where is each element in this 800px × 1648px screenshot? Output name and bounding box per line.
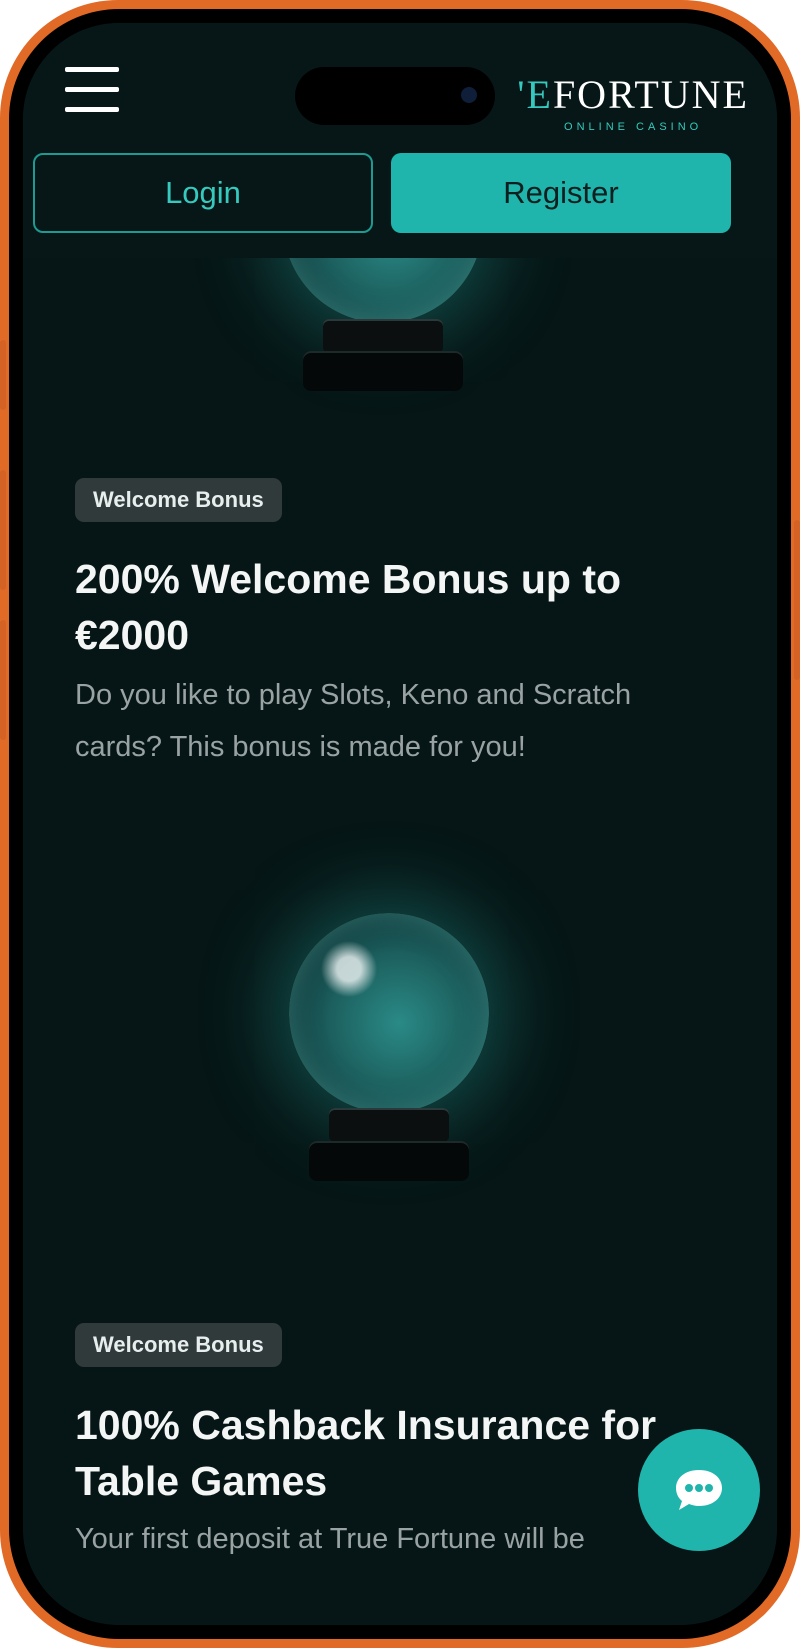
phone-bezel: 'EFORTUNE ONLINE CASINO Login Register W… bbox=[9, 9, 791, 1639]
promo-badge: Welcome Bonus bbox=[75, 1323, 282, 1367]
logo-prefix: 'E bbox=[517, 72, 553, 117]
promo-description: Do you like to play Slots, Keno and Scra… bbox=[75, 679, 632, 763]
promo-badge: Welcome Bonus bbox=[75, 478, 282, 522]
promo-description: Your first deposit at True Fortune will … bbox=[75, 1523, 585, 1555]
promo-title: 100% Cashback Insurance for Table Games bbox=[75, 1402, 657, 1504]
side-button bbox=[794, 520, 800, 680]
hamburger-menu-icon[interactable] bbox=[65, 67, 119, 113]
side-button bbox=[0, 470, 6, 590]
side-button bbox=[0, 620, 6, 740]
login-button[interactable]: Login bbox=[33, 153, 373, 233]
promo-title: 200% Welcome Bonus up to €2000 bbox=[75, 556, 622, 658]
casino-logo[interactable]: 'EFORTUNE ONLINE CASINO bbox=[517, 72, 749, 134]
orb-stand bbox=[329, 1108, 449, 1142]
orb-stand-base bbox=[303, 351, 463, 391]
site-header: 'EFORTUNE ONLINE CASINO Login Register bbox=[23, 23, 777, 258]
camera-icon bbox=[461, 87, 477, 103]
chat-button[interactable] bbox=[638, 1429, 760, 1551]
orb-stand bbox=[323, 319, 443, 353]
logo-subtitle: ONLINE CASINO bbox=[564, 121, 703, 133]
crystal-ball-image bbox=[289, 913, 489, 1113]
chat-bubble-icon bbox=[676, 1470, 722, 1510]
register-button[interactable]: Register bbox=[391, 153, 731, 233]
side-button bbox=[0, 340, 6, 410]
screen: 'EFORTUNE ONLINE CASINO Login Register W… bbox=[23, 23, 777, 1625]
logo-main-text: FORTUNE bbox=[552, 72, 749, 117]
phone-frame: 'EFORTUNE ONLINE CASINO Login Register W… bbox=[0, 0, 800, 1648]
dynamic-island bbox=[295, 67, 495, 125]
promo-image-2 bbox=[23, 823, 777, 1243]
orb-stand-base bbox=[309, 1141, 469, 1181]
